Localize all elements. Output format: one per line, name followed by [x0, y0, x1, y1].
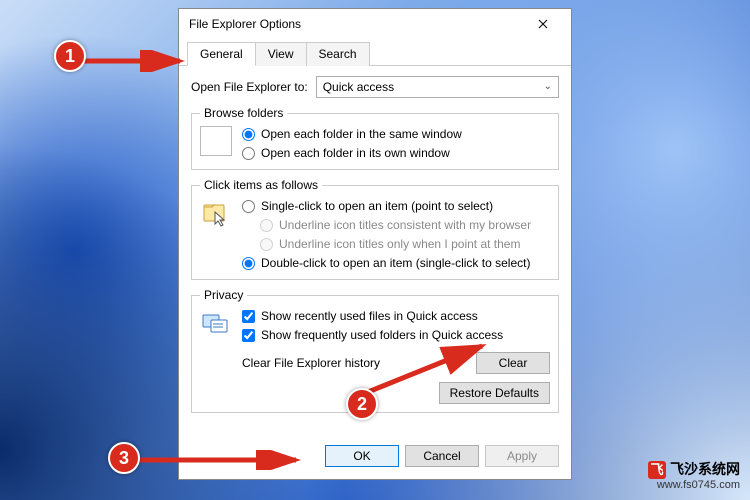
callout-3-number: 3 [119, 448, 129, 469]
radio-double-click[interactable]: Double-click to open an item (single-cli… [242, 255, 531, 271]
radio-underline-point-label: Underline icon titles only when I point … [279, 236, 520, 252]
check-recent-files[interactable]: Show recently used files in Quick access [242, 308, 550, 324]
click-legend: Click items as follows [200, 178, 322, 192]
callout-1: 1 [54, 40, 86, 72]
watermark: 飞飞沙系统网 www.fs0745.com [648, 461, 740, 492]
radio-same-window-label: Open each folder in the same window [261, 126, 462, 142]
browse-folders-icon [200, 126, 232, 156]
privacy-icon [200, 308, 232, 338]
tabstrip: General View Search [179, 41, 571, 66]
radio-own-window-label: Open each folder in its own window [261, 145, 450, 161]
radio-same-window-input[interactable] [242, 128, 255, 141]
radio-same-window[interactable]: Open each folder in the same window [242, 126, 462, 142]
browse-folders-group: Browse folders Open each folder in the s… [191, 106, 559, 170]
callout-2: 2 [346, 388, 378, 420]
close-button[interactable] [521, 10, 565, 38]
tab-general[interactable]: General [187, 42, 256, 66]
radio-underline-browser: Underline icon titles consistent with my… [260, 217, 531, 233]
chevron-down-icon: ⌄ [544, 81, 552, 92]
tab-search[interactable]: Search [306, 42, 370, 66]
arrow-2 [362, 336, 502, 398]
radio-double-click-input[interactable] [242, 257, 255, 270]
clear-history-label: Clear File Explorer history [242, 356, 380, 370]
titlebar: File Explorer Options [179, 9, 571, 39]
open-to-combobox[interactable]: Quick access ⌄ [316, 76, 559, 98]
close-icon [538, 19, 548, 29]
arrow-3 [138, 450, 308, 470]
dialog-title: File Explorer Options [189, 17, 521, 31]
callout-3: 3 [108, 442, 140, 474]
radio-own-window[interactable]: Open each folder in its own window [242, 145, 462, 161]
callout-2-number: 2 [357, 394, 367, 415]
open-to-value: Quick access [323, 80, 394, 94]
cancel-button[interactable]: Cancel [405, 445, 479, 467]
check-frequent-folders-input[interactable] [242, 329, 255, 342]
click-items-group: Click items as follows Single-click to o… [191, 178, 559, 280]
radio-underline-browser-label: Underline icon titles consistent with my… [279, 217, 531, 233]
ok-button[interactable]: OK [325, 445, 399, 467]
privacy-legend: Privacy [200, 288, 247, 302]
radio-underline-point: Underline icon titles only when I point … [260, 236, 531, 252]
radio-own-window-input[interactable] [242, 147, 255, 160]
apply-button[interactable]: Apply [485, 445, 559, 467]
radio-double-click-label: Double-click to open an item (single-cli… [261, 255, 530, 271]
radio-single-click[interactable]: Single-click to open an item (point to s… [242, 198, 531, 214]
watermark-logo: 飞 [648, 461, 666, 479]
tab-view[interactable]: View [255, 42, 307, 66]
open-to-row: Open File Explorer to: Quick access ⌄ [191, 76, 559, 98]
radio-single-click-label: Single-click to open an item (point to s… [261, 198, 493, 214]
arrow-1 [82, 50, 192, 72]
check-recent-files-input[interactable] [242, 310, 255, 323]
radio-underline-point-input [260, 238, 273, 251]
open-to-label: Open File Explorer to: [191, 80, 308, 94]
radio-underline-browser-input [260, 219, 273, 232]
callout-1-number: 1 [65, 46, 75, 67]
watermark-url: www.fs0745.com [648, 479, 740, 492]
browse-legend: Browse folders [200, 106, 287, 120]
click-items-icon [200, 198, 232, 228]
watermark-brand: 飞沙系统网 [670, 461, 740, 477]
check-recent-files-label: Show recently used files in Quick access [261, 308, 478, 324]
radio-single-click-input[interactable] [242, 200, 255, 213]
